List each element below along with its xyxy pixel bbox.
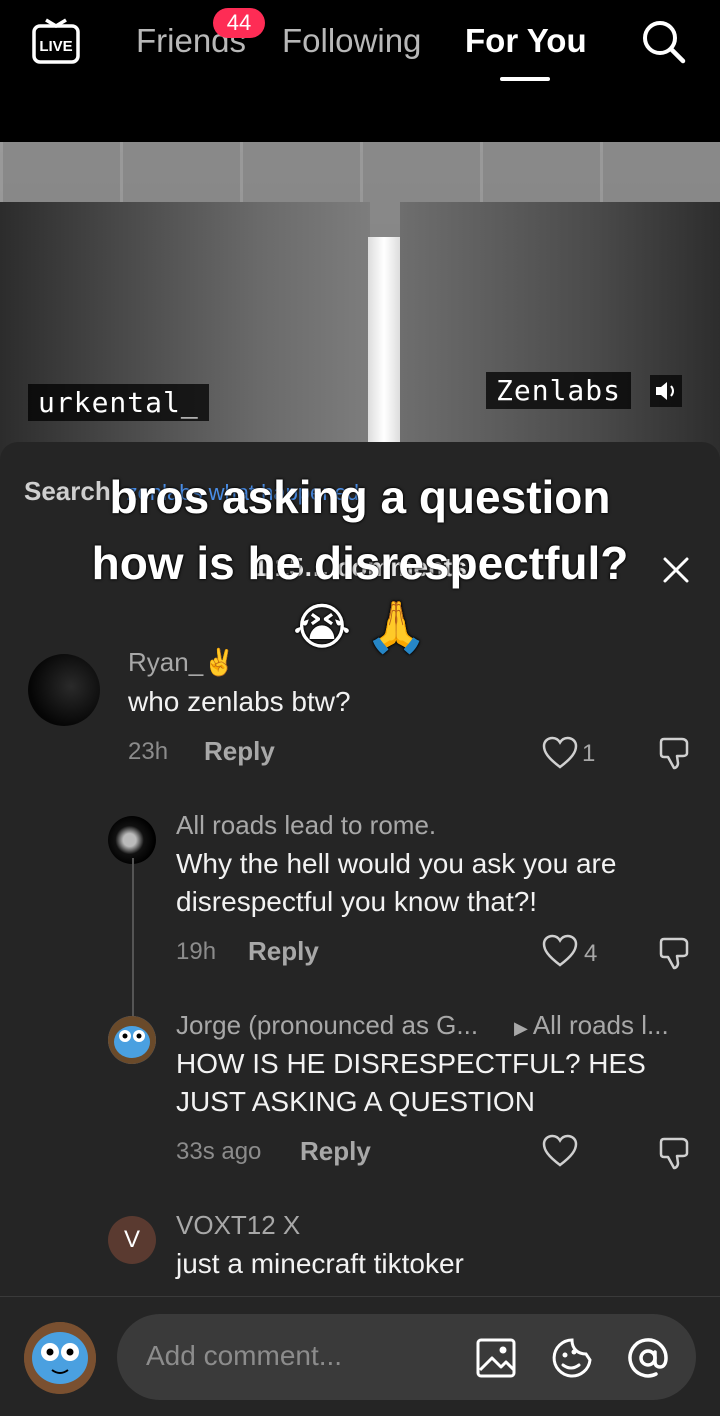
video-caption-line-1: bros asking a question — [109, 471, 611, 523]
dislike-icon[interactable] — [658, 1135, 694, 1171]
comment-time: 23h — [128, 738, 169, 765]
dislike-icon[interactable] — [658, 735, 694, 771]
like-count: 1 — [582, 740, 596, 767]
speaker-icon — [650, 375, 682, 407]
reply-button[interactable]: Reply — [248, 936, 319, 967]
my-avatar[interactable] — [24, 1322, 96, 1394]
search-icon[interactable] — [640, 18, 686, 64]
like-icon[interactable] — [542, 934, 578, 968]
tab-for-you[interactable]: For You — [465, 22, 587, 60]
avatar[interactable]: V — [108, 1216, 156, 1264]
tab-following[interactable]: Following — [282, 22, 421, 60]
video-caption-line-2: how is he disrespectful? — [91, 537, 629, 589]
comment-text: just a minecraft tiktoker — [176, 1248, 464, 1279]
comment-username[interactable]: Jorge (pronounced as G... — [176, 1010, 478, 1041]
comment-text: Why the hell would you ask you are disre… — [176, 848, 617, 917]
reply-button[interactable]: Reply — [300, 1136, 371, 1167]
reply-to-indicator[interactable]: ▶ All roads l... — [514, 1010, 669, 1041]
like-icon[interactable] — [542, 1134, 578, 1168]
add-comment-placeholder: Add comment... — [146, 1340, 343, 1371]
friends-notification-badge: 44 — [213, 8, 265, 38]
comment-time: 19h — [176, 938, 217, 965]
svg-text:LIVE: LIVE — [39, 38, 72, 55]
right-wall — [400, 202, 720, 462]
comment-username[interactable]: VOXT12 X — [176, 1210, 300, 1241]
avatar[interactable] — [28, 654, 100, 726]
comment-text: HOW IS HE DISRESPECTFUL? HES JUST ASKING… — [176, 1048, 646, 1117]
gumball-avatar-icon — [24, 1322, 96, 1394]
like-count: 4 — [584, 940, 598, 967]
image-icon[interactable] — [474, 1336, 518, 1380]
gumball-avatar-icon — [108, 1016, 156, 1064]
player-nametag-left: urkental_ — [28, 384, 209, 421]
reply-button[interactable]: Reply — [204, 736, 275, 767]
live-icon[interactable]: LIVE — [30, 16, 82, 66]
dislike-icon[interactable] — [658, 935, 694, 971]
active-tab-indicator — [500, 77, 550, 81]
mention-icon[interactable] — [626, 1336, 670, 1380]
door-light — [368, 237, 400, 462]
like-icon[interactable] — [542, 736, 578, 770]
video-player[interactable]: urkental_ Zenlabs — [0, 142, 720, 462]
comment-username[interactable]: All roads lead to rome. — [176, 810, 436, 841]
player-nametag-right: Zenlabs — [486, 372, 632, 409]
play-arrow-icon: ▶ — [514, 1018, 533, 1038]
comment-username[interactable]: Ryan_✌️ — [128, 647, 236, 678]
sticker-icon[interactable] — [550, 1336, 594, 1380]
comment-text: who zenlabs btw? — [128, 686, 351, 717]
thread-line — [132, 858, 134, 1018]
left-wall — [0, 202, 370, 462]
avatar[interactable] — [108, 816, 156, 864]
comment-time: 33s ago — [176, 1138, 262, 1165]
avatar[interactable] — [108, 1016, 156, 1064]
video-caption-emoji: 😭 🙏 — [292, 599, 428, 655]
top-nav-bar: LIVE Friends 44 Following For You — [0, 0, 720, 142]
